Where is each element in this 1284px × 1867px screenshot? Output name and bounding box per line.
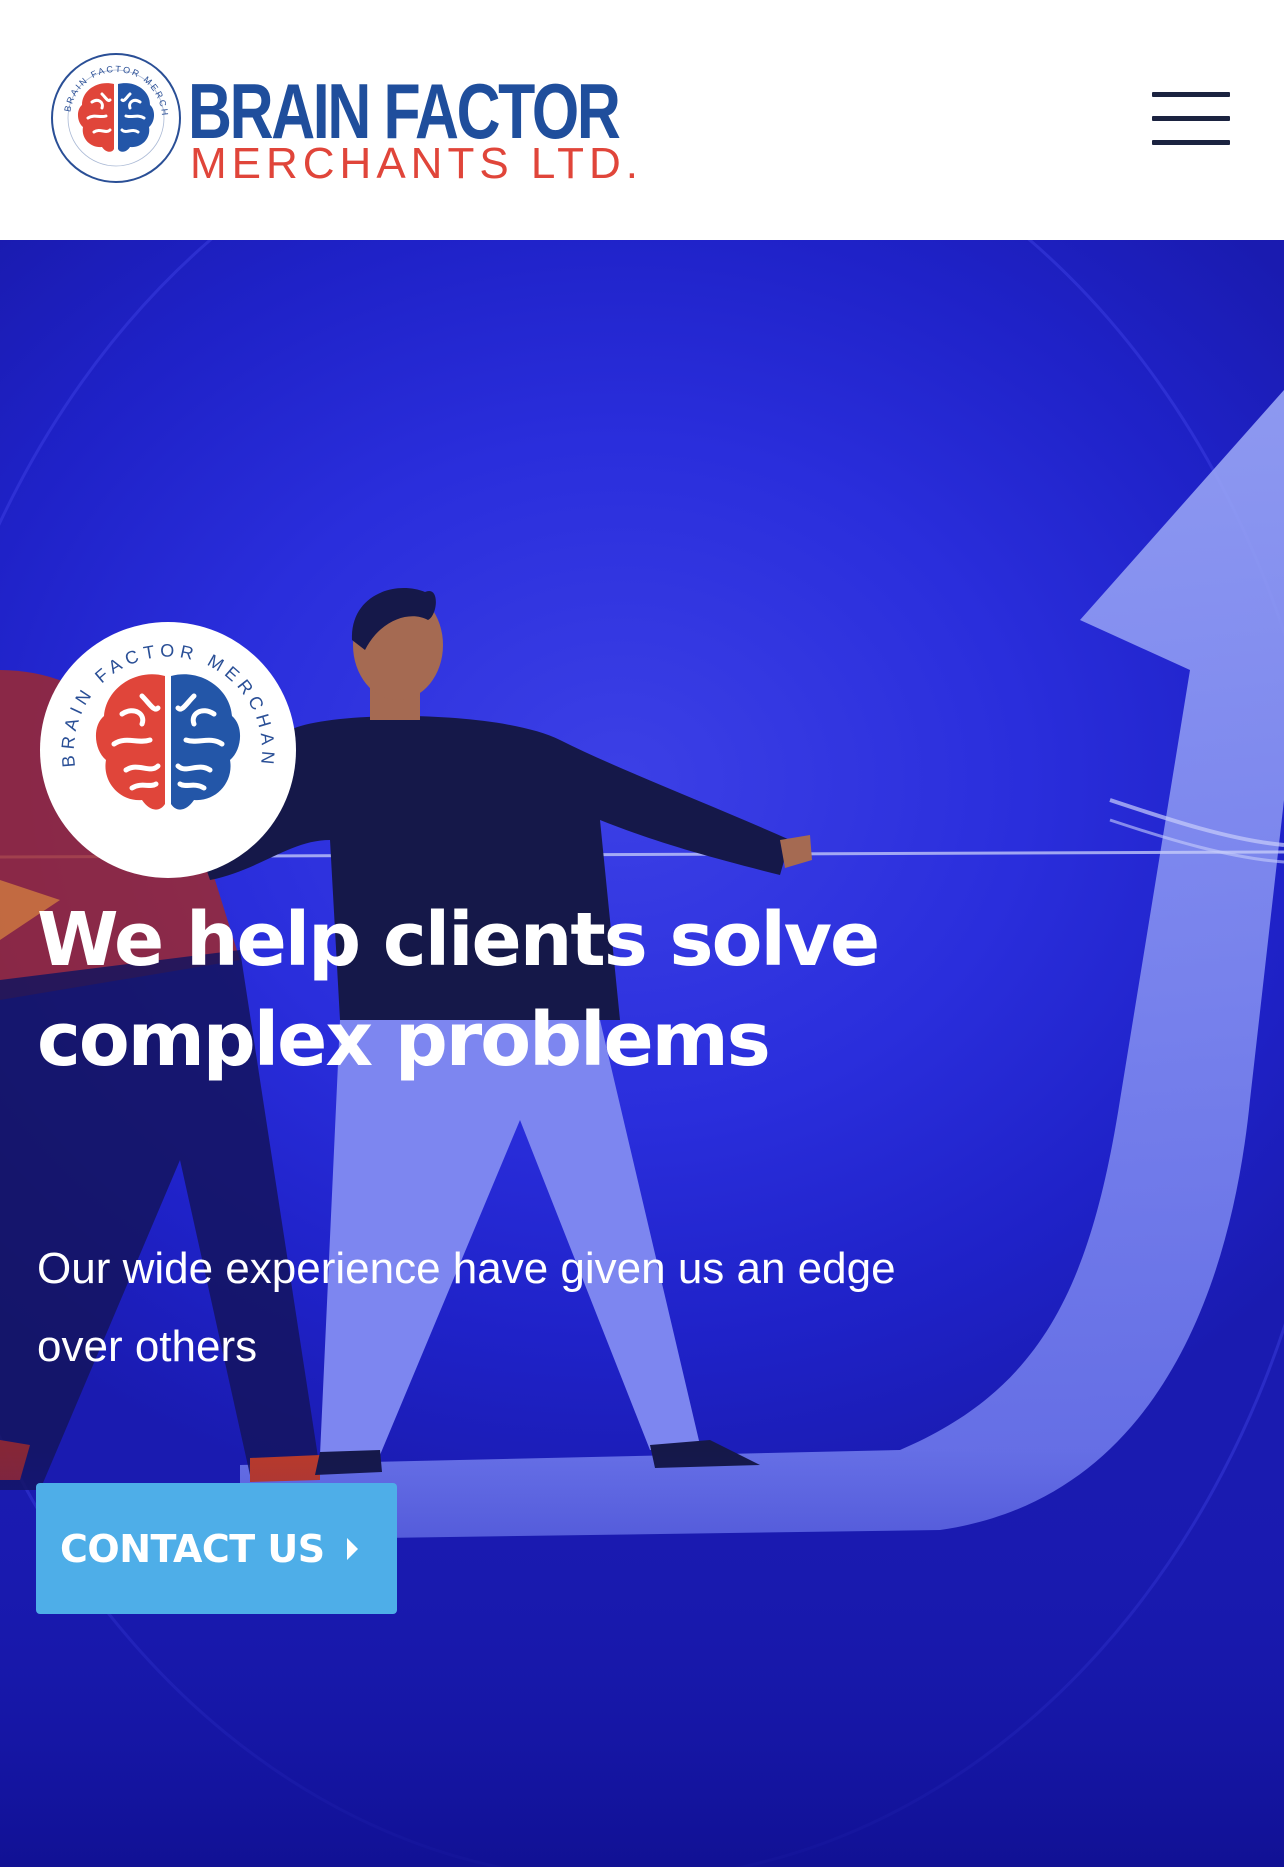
caret-right-icon [346, 1537, 358, 1560]
menu-bar [1152, 140, 1230, 145]
hero-section: BRAIN FACTOR MERCHANTS LTD. We help clie… [0, 240, 1284, 1867]
contact-us-button[interactable]: CONTACT US [36, 1483, 397, 1614]
menu-bar [1152, 92, 1230, 97]
brain-seal-logo-icon: BRAIN FACTOR MERCHANTS LTD. [48, 50, 181, 183]
hero-headline: We help clients solve complex problems [37, 897, 880, 1083]
menu-bar [1152, 116, 1230, 121]
brand-name-secondary: MERCHANTS LTD. [190, 139, 643, 188]
brain-seal-emblem-icon: BRAIN FACTOR MERCHANTS LTD. [38, 620, 296, 878]
contact-us-label: CONTACT US [60, 1526, 325, 1571]
site-header: BRAIN FACTOR MERCHANTS LTD. BRAIN FACTOR… [0, 0, 1284, 240]
brand-logo[interactable]: BRAIN FACTOR MERCHANTS LTD. BRAIN FACTOR… [48, 50, 638, 190]
hero-subheadline: Our wide experience have given us an edg… [37, 1244, 896, 1371]
hamburger-menu-icon[interactable] [1152, 92, 1234, 148]
